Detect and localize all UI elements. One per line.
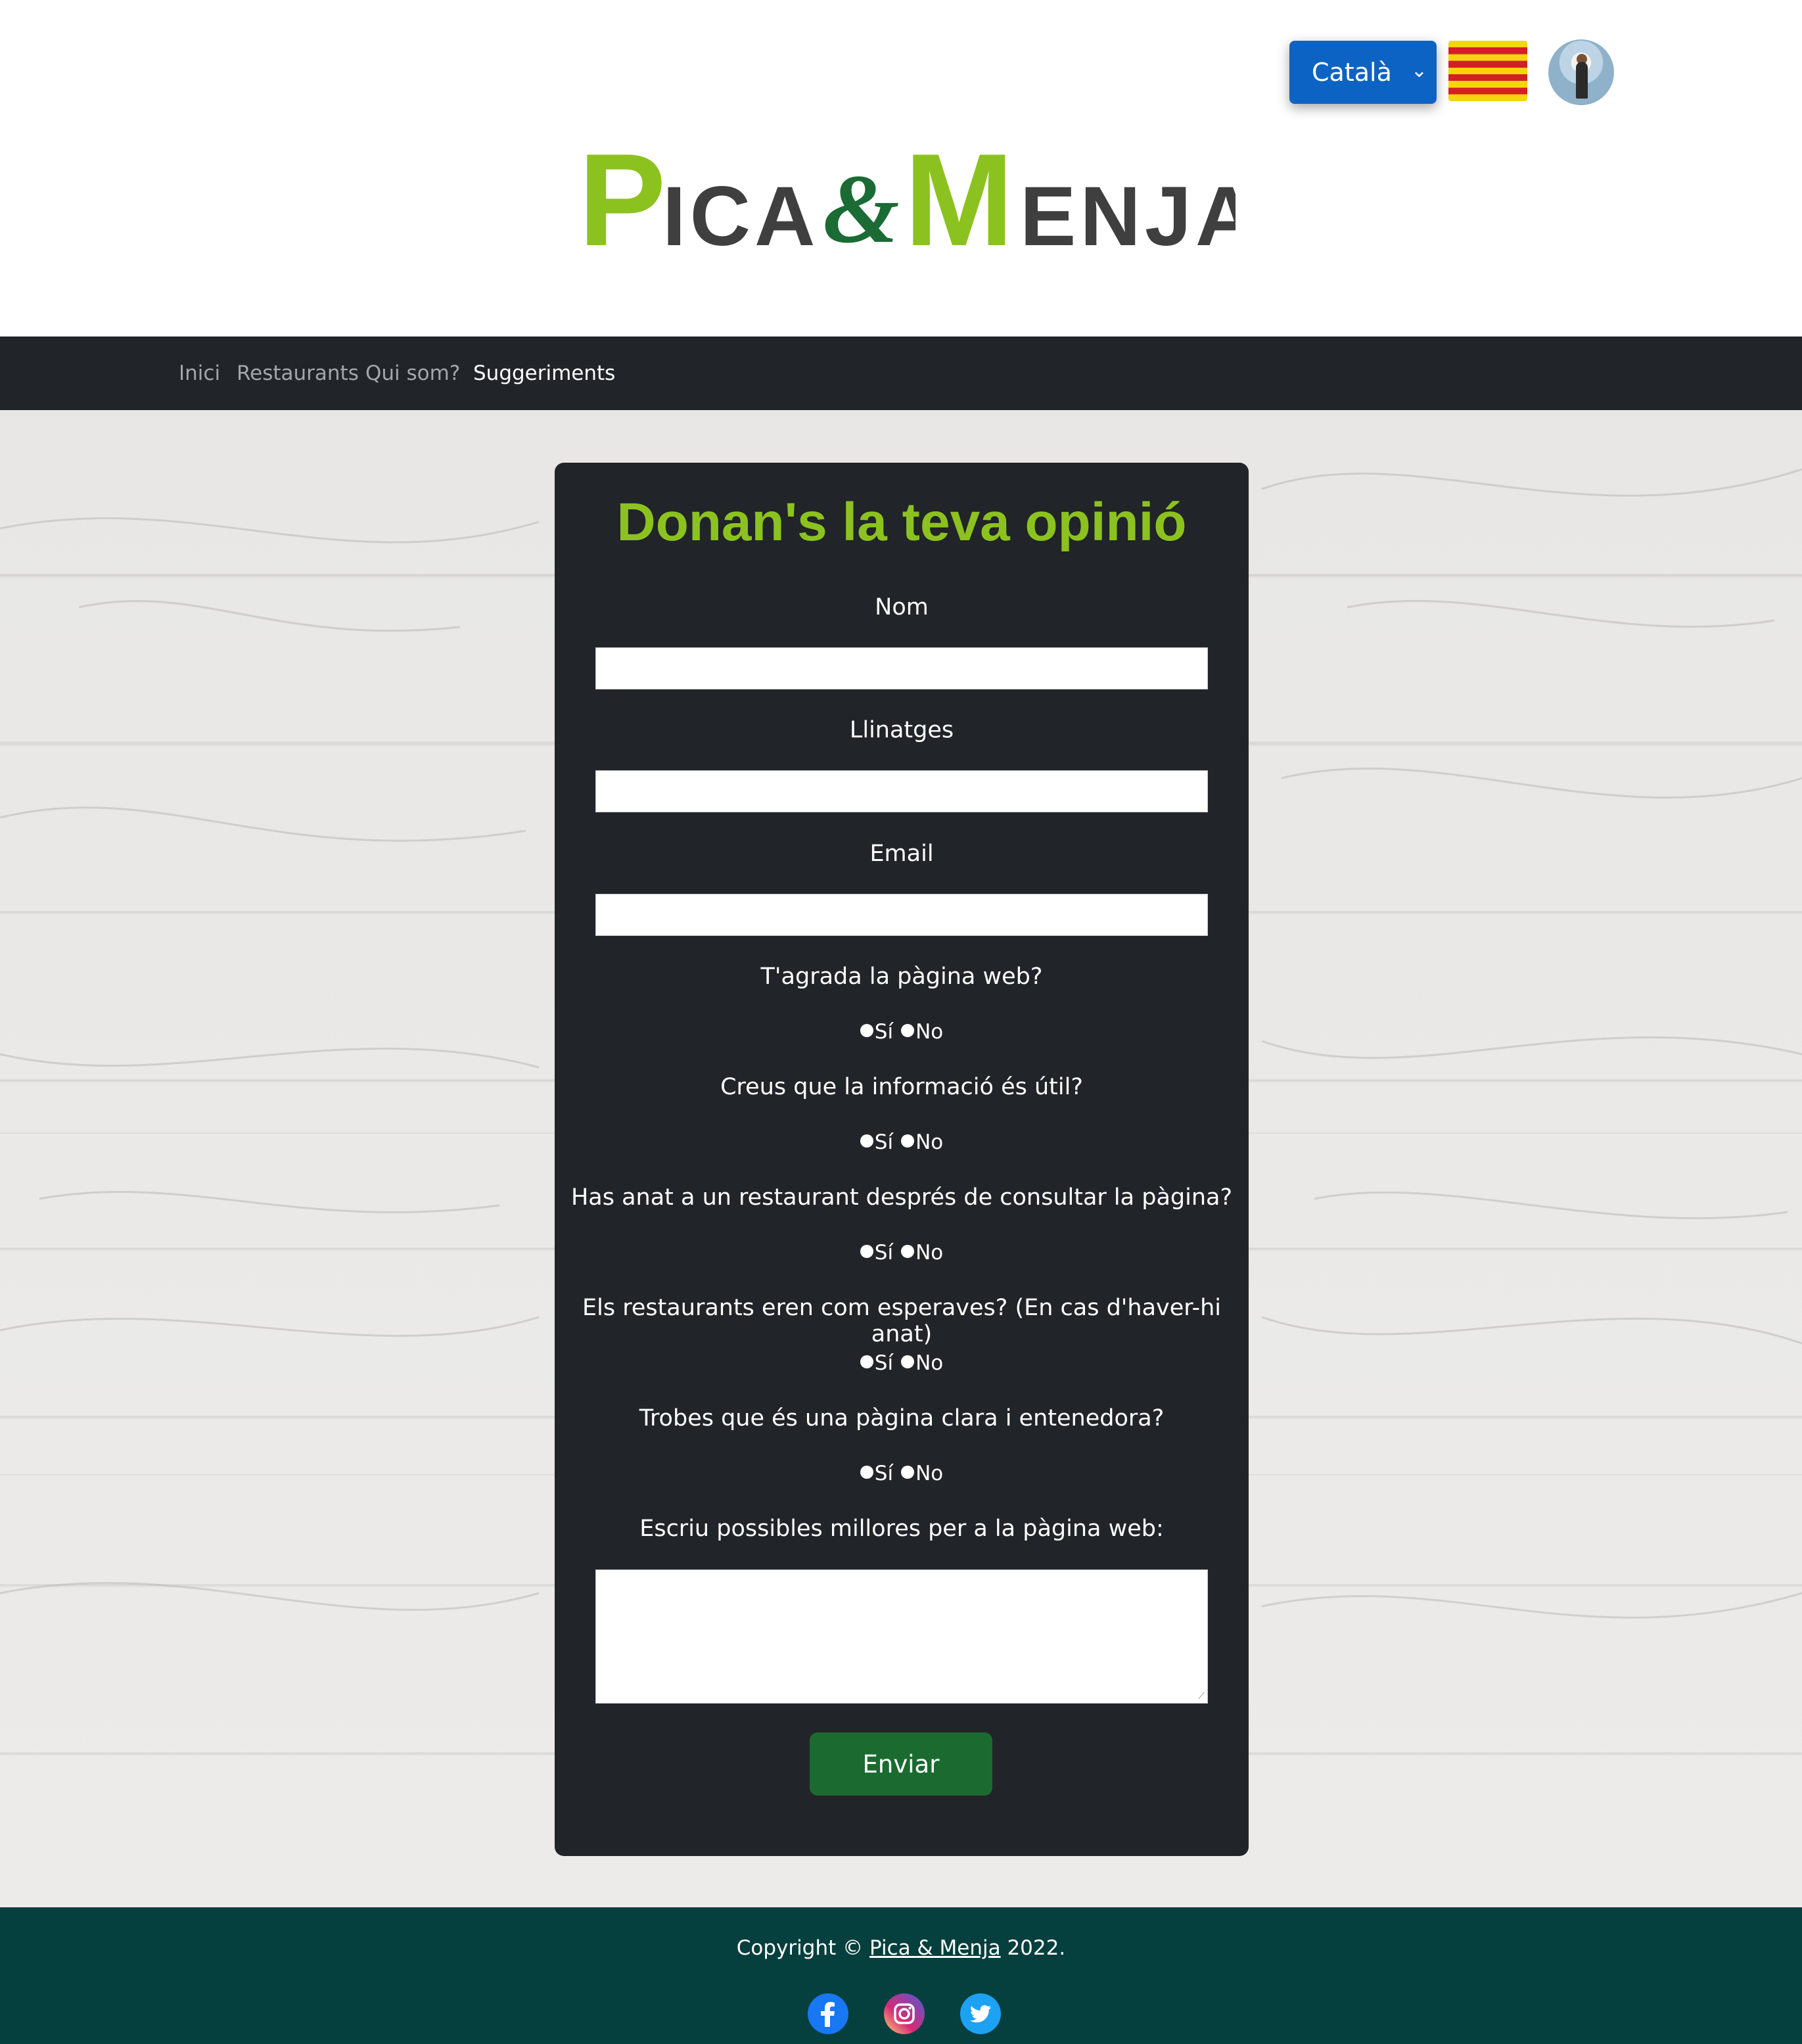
question-label: Trobes que és una pàgina clara i entened…: [639, 1405, 1165, 1431]
main-nav: Inici Restaurants Qui som? Suggeriments: [0, 337, 1802, 410]
radio-label-yes: Sí: [874, 1241, 894, 1265]
question-radio-group: Sí No: [555, 1130, 1249, 1154]
radio-label-no: No: [915, 1020, 944, 1044]
facebook-icon[interactable]: [807, 1993, 849, 2035]
form-title: Donan's la teva opinió: [616, 492, 1187, 552]
field-label-llinatges: Llinatges: [849, 717, 954, 743]
radio-yes[interactable]: [860, 1355, 873, 1368]
radio-label-yes: Sí: [874, 1130, 894, 1154]
site-footer: Copyright © Pica & Menja 2022.: [0, 1907, 1802, 2044]
name-input[interactable]: [595, 647, 1208, 689]
radio-label-yes: Sí: [874, 1462, 894, 1485]
chevron-down-icon: ⌄: [1410, 59, 1427, 82]
twitter-icon[interactable]: [959, 1993, 1002, 2035]
improvements-textarea[interactable]: ⟋: [595, 1569, 1208, 1704]
radio-no[interactable]: [901, 1024, 915, 1037]
question-label: Els restaurants eren com esperaves? (En …: [582, 1295, 1221, 1347]
radio-no[interactable]: [901, 1245, 915, 1258]
question-radio-group: Sí No: [555, 1020, 1249, 1044]
site-logo[interactable]: P ICA & M ENJA: [578, 130, 1236, 268]
language-select-value: Català: [1312, 58, 1392, 87]
field-label-nom: Nom: [875, 594, 929, 620]
logo-letter-p: P: [578, 130, 666, 268]
logo-letter-m: M: [904, 130, 1014, 268]
logo-text-enja: ENJA: [1020, 170, 1236, 264]
question-radio-group: Sí No: [555, 1351, 1249, 1375]
question-label: T'agrada la pàgina web?: [760, 964, 1043, 990]
copyright-year: 2022.: [1007, 1936, 1066, 1960]
surname-input[interactable]: [595, 770, 1208, 812]
question-label: Has anat a un restaurant després de cons…: [570, 1184, 1233, 1211]
question-radio-group: Sí No: [555, 1462, 1249, 1485]
nav-item-inici[interactable]: Inici: [179, 361, 220, 385]
instagram-icon[interactable]: [883, 1993, 925, 2035]
submit-button[interactable]: Enviar: [810, 1732, 992, 1796]
language-select[interactable]: Català ⌄: [1289, 41, 1437, 104]
radio-yes[interactable]: [860, 1466, 873, 1479]
resize-grip-icon[interactable]: ⟋: [1198, 1691, 1205, 1702]
avatar[interactable]: [1548, 39, 1614, 105]
radio-label-no: No: [915, 1351, 944, 1375]
radio-yes[interactable]: [860, 1024, 873, 1037]
radio-yes[interactable]: [860, 1134, 873, 1148]
site-header: Català ⌄ P ICA & M ENJA: [0, 0, 1802, 337]
radio-yes[interactable]: [860, 1245, 873, 1258]
radio-no[interactable]: [901, 1355, 915, 1368]
nav-item-qui-som[interactable]: Qui som?: [365, 361, 460, 385]
catalan-flag-icon[interactable]: [1448, 41, 1527, 101]
nav-item-restaurants[interactable]: Restaurants: [237, 361, 359, 385]
radio-label-no: No: [915, 1241, 944, 1265]
logo-ampersand: &: [823, 154, 900, 264]
radio-no[interactable]: [901, 1466, 915, 1479]
radio-no[interactable]: [901, 1134, 915, 1148]
radio-label-no: No: [915, 1462, 944, 1485]
nav-item-suggeriments[interactable]: Suggeriments: [473, 361, 615, 385]
improvements-label: Escriu possibles millores per a la pàgin…: [639, 1516, 1164, 1542]
radio-label-no: No: [915, 1130, 944, 1154]
copyright-prefix: Copyright ©: [736, 1936, 864, 1960]
copyright-text: Copyright © Pica & Menja 2022.: [0, 1936, 1802, 1960]
brand-link[interactable]: Pica & Menja: [869, 1936, 1001, 1960]
question-radio-group: Sí No: [555, 1241, 1249, 1265]
radio-label-yes: Sí: [874, 1020, 894, 1044]
radio-label-yes: Sí: [874, 1351, 894, 1375]
question-label: Creus que la informació és útil?: [720, 1074, 1083, 1100]
field-label-email: Email: [869, 841, 934, 867]
logo-text-ica: ICA: [662, 170, 819, 264]
email-field[interactable]: [595, 894, 1208, 936]
